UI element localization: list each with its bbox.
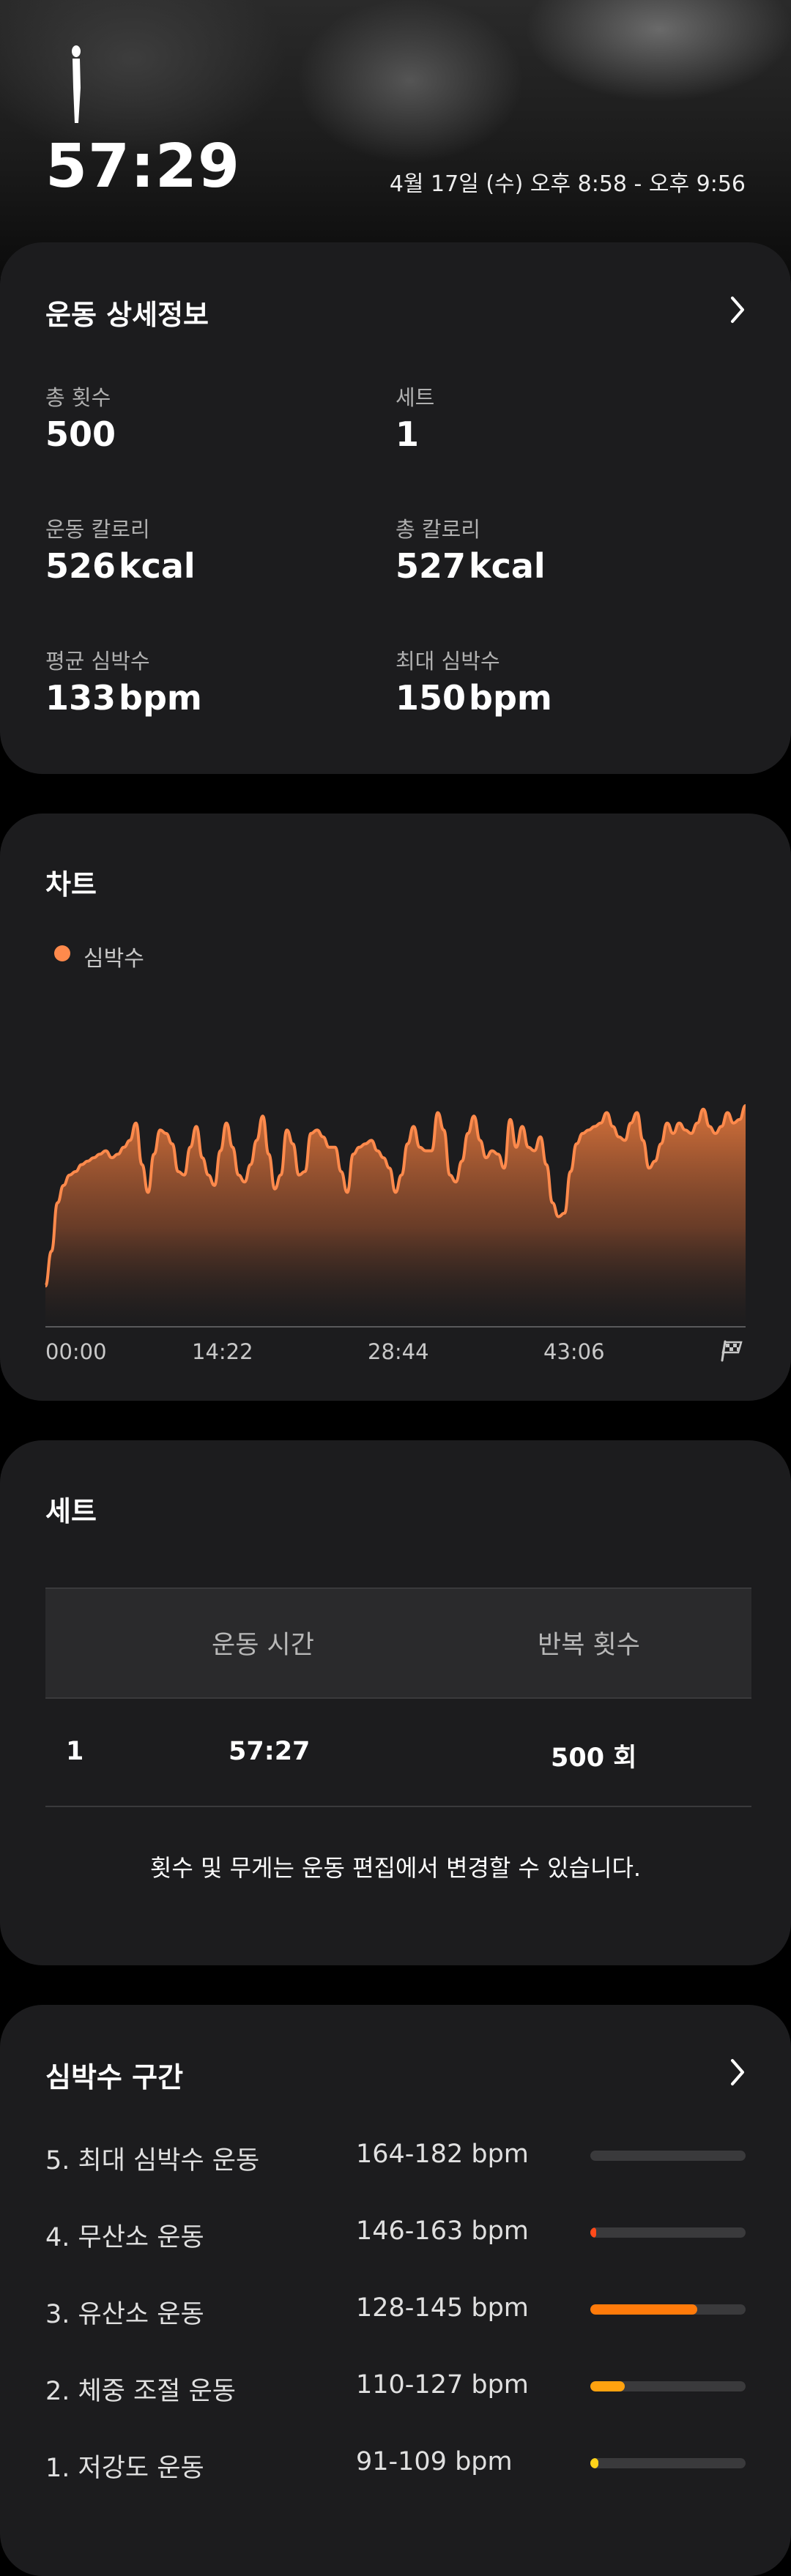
x-tick-label: 14:22 <box>192 1339 253 1364</box>
stat-label-avg-heart-rate: 평균 심박수 <box>45 649 150 674</box>
stat-label-max-heart-rate: 최대 심박수 <box>396 649 500 674</box>
chevron-right-icon[interactable] <box>728 295 746 324</box>
zone-4-bar <box>590 2227 746 2238</box>
stat-value-total-reps: 500 <box>45 414 116 454</box>
zone-1-bar <box>590 2458 746 2468</box>
zone-1-fill <box>590 2458 598 2468</box>
zone-5-bar <box>590 2151 746 2161</box>
stat-value-total-calories: 527kcal <box>396 546 546 586</box>
zone-3-name: 3. 유산소 운동 <box>45 2300 204 2329</box>
set-duration: 57:27 <box>229 1737 311 1766</box>
sets-card: 세트 <box>0 1440 791 1965</box>
zone-4-name: 4. 무산소 운동 <box>45 2223 204 2252</box>
stat-label-sets: 세트 <box>396 385 435 410</box>
zone-3-range: 128-145 bpm <box>356 2293 529 2323</box>
hero-banner: 57:29 4월 17일 (수) 오후 8:58 - 오후 9:56 <box>0 0 791 278</box>
zone-3-fill <box>590 2304 698 2315</box>
zone-2-fill <box>590 2381 625 2391</box>
stat-value-avg-heart-rate: 133bpm <box>45 678 202 718</box>
x-tick-label: 43:06 <box>543 1339 605 1364</box>
zone-4-range: 146-163 bpm <box>356 2216 529 2246</box>
stat-value-max-heart-rate: 150bpm <box>396 678 552 718</box>
workout-details-card[interactable]: 운동 상세정보 총 횟수 500 세트 1 운동 칼로리 526kcal 총 칼… <box>0 242 791 774</box>
zone-1-range: 91-109 bpm <box>356 2447 513 2476</box>
legend-heart-rate-label: 심박수 <box>83 946 144 972</box>
zone-2-bar <box>590 2381 746 2391</box>
set-reps: 500 회 <box>551 1743 637 1773</box>
table-divider <box>45 1806 751 1807</box>
zone-5-name: 5. 최대 심박수 운동 <box>45 2146 260 2175</box>
stat-label-total-reps: 총 횟수 <box>45 385 111 410</box>
stat-label-workout-calories: 운동 칼로리 <box>45 517 150 542</box>
finish-flag-icon <box>721 1340 743 1362</box>
chart-title: 차트 <box>45 868 97 901</box>
set-number: 1 <box>66 1737 84 1766</box>
heart-rate-chart <box>44 1104 747 1328</box>
zone-1-name: 1. 저강도 운동 <box>45 2454 204 2483</box>
zone-2-range: 110-127 bpm <box>356 2370 529 2400</box>
sets-table-header: 운동 시간 반복 횟수 <box>45 1587 751 1699</box>
header-reps: 반복 횟수 <box>538 1631 640 1660</box>
stat-label-total-calories: 총 칼로리 <box>396 517 480 542</box>
zone-2-name: 2. 체중 조절 운동 <box>45 2377 236 2406</box>
zone-4-fill <box>590 2227 597 2238</box>
workout-date-range: 4월 17일 (수) 오후 8:58 - 오후 9:56 <box>389 171 746 197</box>
x-tick-label: 00:00 <box>45 1339 107 1364</box>
legend-heart-rate-dot <box>54 945 70 961</box>
stat-value-sets: 1 <box>396 414 420 454</box>
workout-figure-icon <box>72 45 81 123</box>
header-duration: 운동 시간 <box>212 1631 314 1660</box>
sets-title: 세트 <box>45 1495 97 1527</box>
zone-3-bar <box>590 2304 746 2315</box>
zone-5-range: 164-182 bpm <box>356 2140 529 2169</box>
workout-duration: 57:29 <box>45 132 241 201</box>
x-tick-label: 28:44 <box>368 1339 429 1364</box>
details-title: 운동 상세정보 <box>45 299 209 331</box>
heart-rate-zones-card[interactable]: 심박수 구간 <box>0 2005 791 2576</box>
stat-value-workout-calories: 526kcal <box>45 546 196 586</box>
chevron-right-icon[interactable] <box>728 2058 746 2087</box>
zones-title: 심박수 구간 <box>45 2061 184 2093</box>
edit-note: 횟수 및 무게는 운동 편집에서 변경할 수 있습니다. <box>149 1854 642 1882</box>
